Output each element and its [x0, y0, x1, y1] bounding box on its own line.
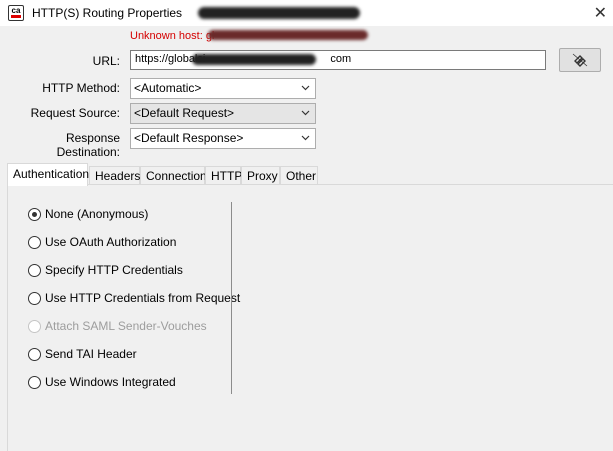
- vertical-separator: [231, 202, 232, 394]
- redaction-mark: [208, 30, 368, 40]
- radio-button[interactable]: [28, 375, 41, 389]
- tab-headers[interactable]: Headers: [89, 166, 140, 185]
- auth-option-oauth[interactable]: Use OAuth Authorization: [28, 235, 176, 249]
- radio-button[interactable]: [28, 235, 41, 249]
- chevron-down-icon: [301, 135, 310, 141]
- auth-option-label: None (Anonymous): [45, 207, 149, 221]
- auth-option-label: Use HTTP Credentials from Request: [45, 291, 241, 305]
- auth-option-label: Use OAuth Authorization: [45, 235, 177, 249]
- app-logo-icon: ca: [8, 5, 24, 21]
- auth-option-credentials-from-request[interactable]: Use HTTP Credentials from Request: [28, 291, 240, 305]
- http-method-value: <Automatic>: [134, 81, 202, 95]
- auth-option-label: Attach SAML Sender-Vouches: [45, 319, 207, 333]
- authentication-panel: [7, 184, 613, 451]
- close-icon[interactable]: ✕: [594, 3, 607, 23]
- request-source-label: Request Source:: [30, 106, 120, 120]
- tab-http[interactable]: HTTP: [205, 166, 242, 185]
- tab-connection[interactable]: Connection: [140, 166, 207, 185]
- redaction-mark: [192, 54, 316, 65]
- response-destination-select[interactable]: <Default Response>: [130, 128, 316, 149]
- redaction-mark: [198, 7, 360, 19]
- auth-option-http-credentials[interactable]: Specify HTTP Credentials: [28, 263, 183, 277]
- radio-button: [28, 319, 41, 333]
- response-destination-label: Response Destination:: [56, 131, 120, 159]
- auth-option-label: Use Windows Integrated: [45, 375, 176, 389]
- radio-button[interactable]: [28, 263, 41, 277]
- response-destination-value: <Default Response>: [134, 131, 244, 145]
- url-label: URL:: [92, 54, 120, 68]
- link-resolve-icon: [572, 53, 588, 67]
- resolve-url-button[interactable]: [559, 48, 601, 72]
- chevron-down-icon: [301, 110, 310, 116]
- tab-authentication[interactable]: Authentication: [7, 163, 89, 186]
- url-value-tail: com: [330, 53, 352, 65]
- auth-option-tai-header[interactable]: Send TAI Header: [28, 347, 137, 361]
- tab-other[interactable]: Other: [280, 166, 318, 185]
- auth-option-label: Specify HTTP Credentials: [45, 263, 183, 277]
- request-source-value: <Default Request>: [134, 106, 235, 120]
- http-method-select[interactable]: <Automatic>: [130, 78, 316, 99]
- tab-proxy[interactable]: Proxy: [241, 166, 280, 185]
- radio-button[interactable]: [28, 347, 41, 361]
- auth-option-windows-integrated[interactable]: Use Windows Integrated: [28, 375, 176, 389]
- error-message: Unknown host: gl: [130, 30, 215, 42]
- request-source-select[interactable]: <Default Request>: [130, 103, 316, 124]
- radio-button[interactable]: [28, 207, 41, 221]
- http-method-label: HTTP Method:: [42, 81, 120, 95]
- auth-option-label: Send TAI Header: [45, 347, 137, 361]
- radio-button[interactable]: [28, 291, 41, 305]
- auth-option-saml-sender-vouches: Attach SAML Sender-Vouches: [28, 319, 207, 333]
- chevron-down-icon: [301, 85, 310, 91]
- auth-option-none[interactable]: None (Anonymous): [28, 207, 148, 221]
- window-title: HTTP(S) Routing Properties: [32, 6, 183, 20]
